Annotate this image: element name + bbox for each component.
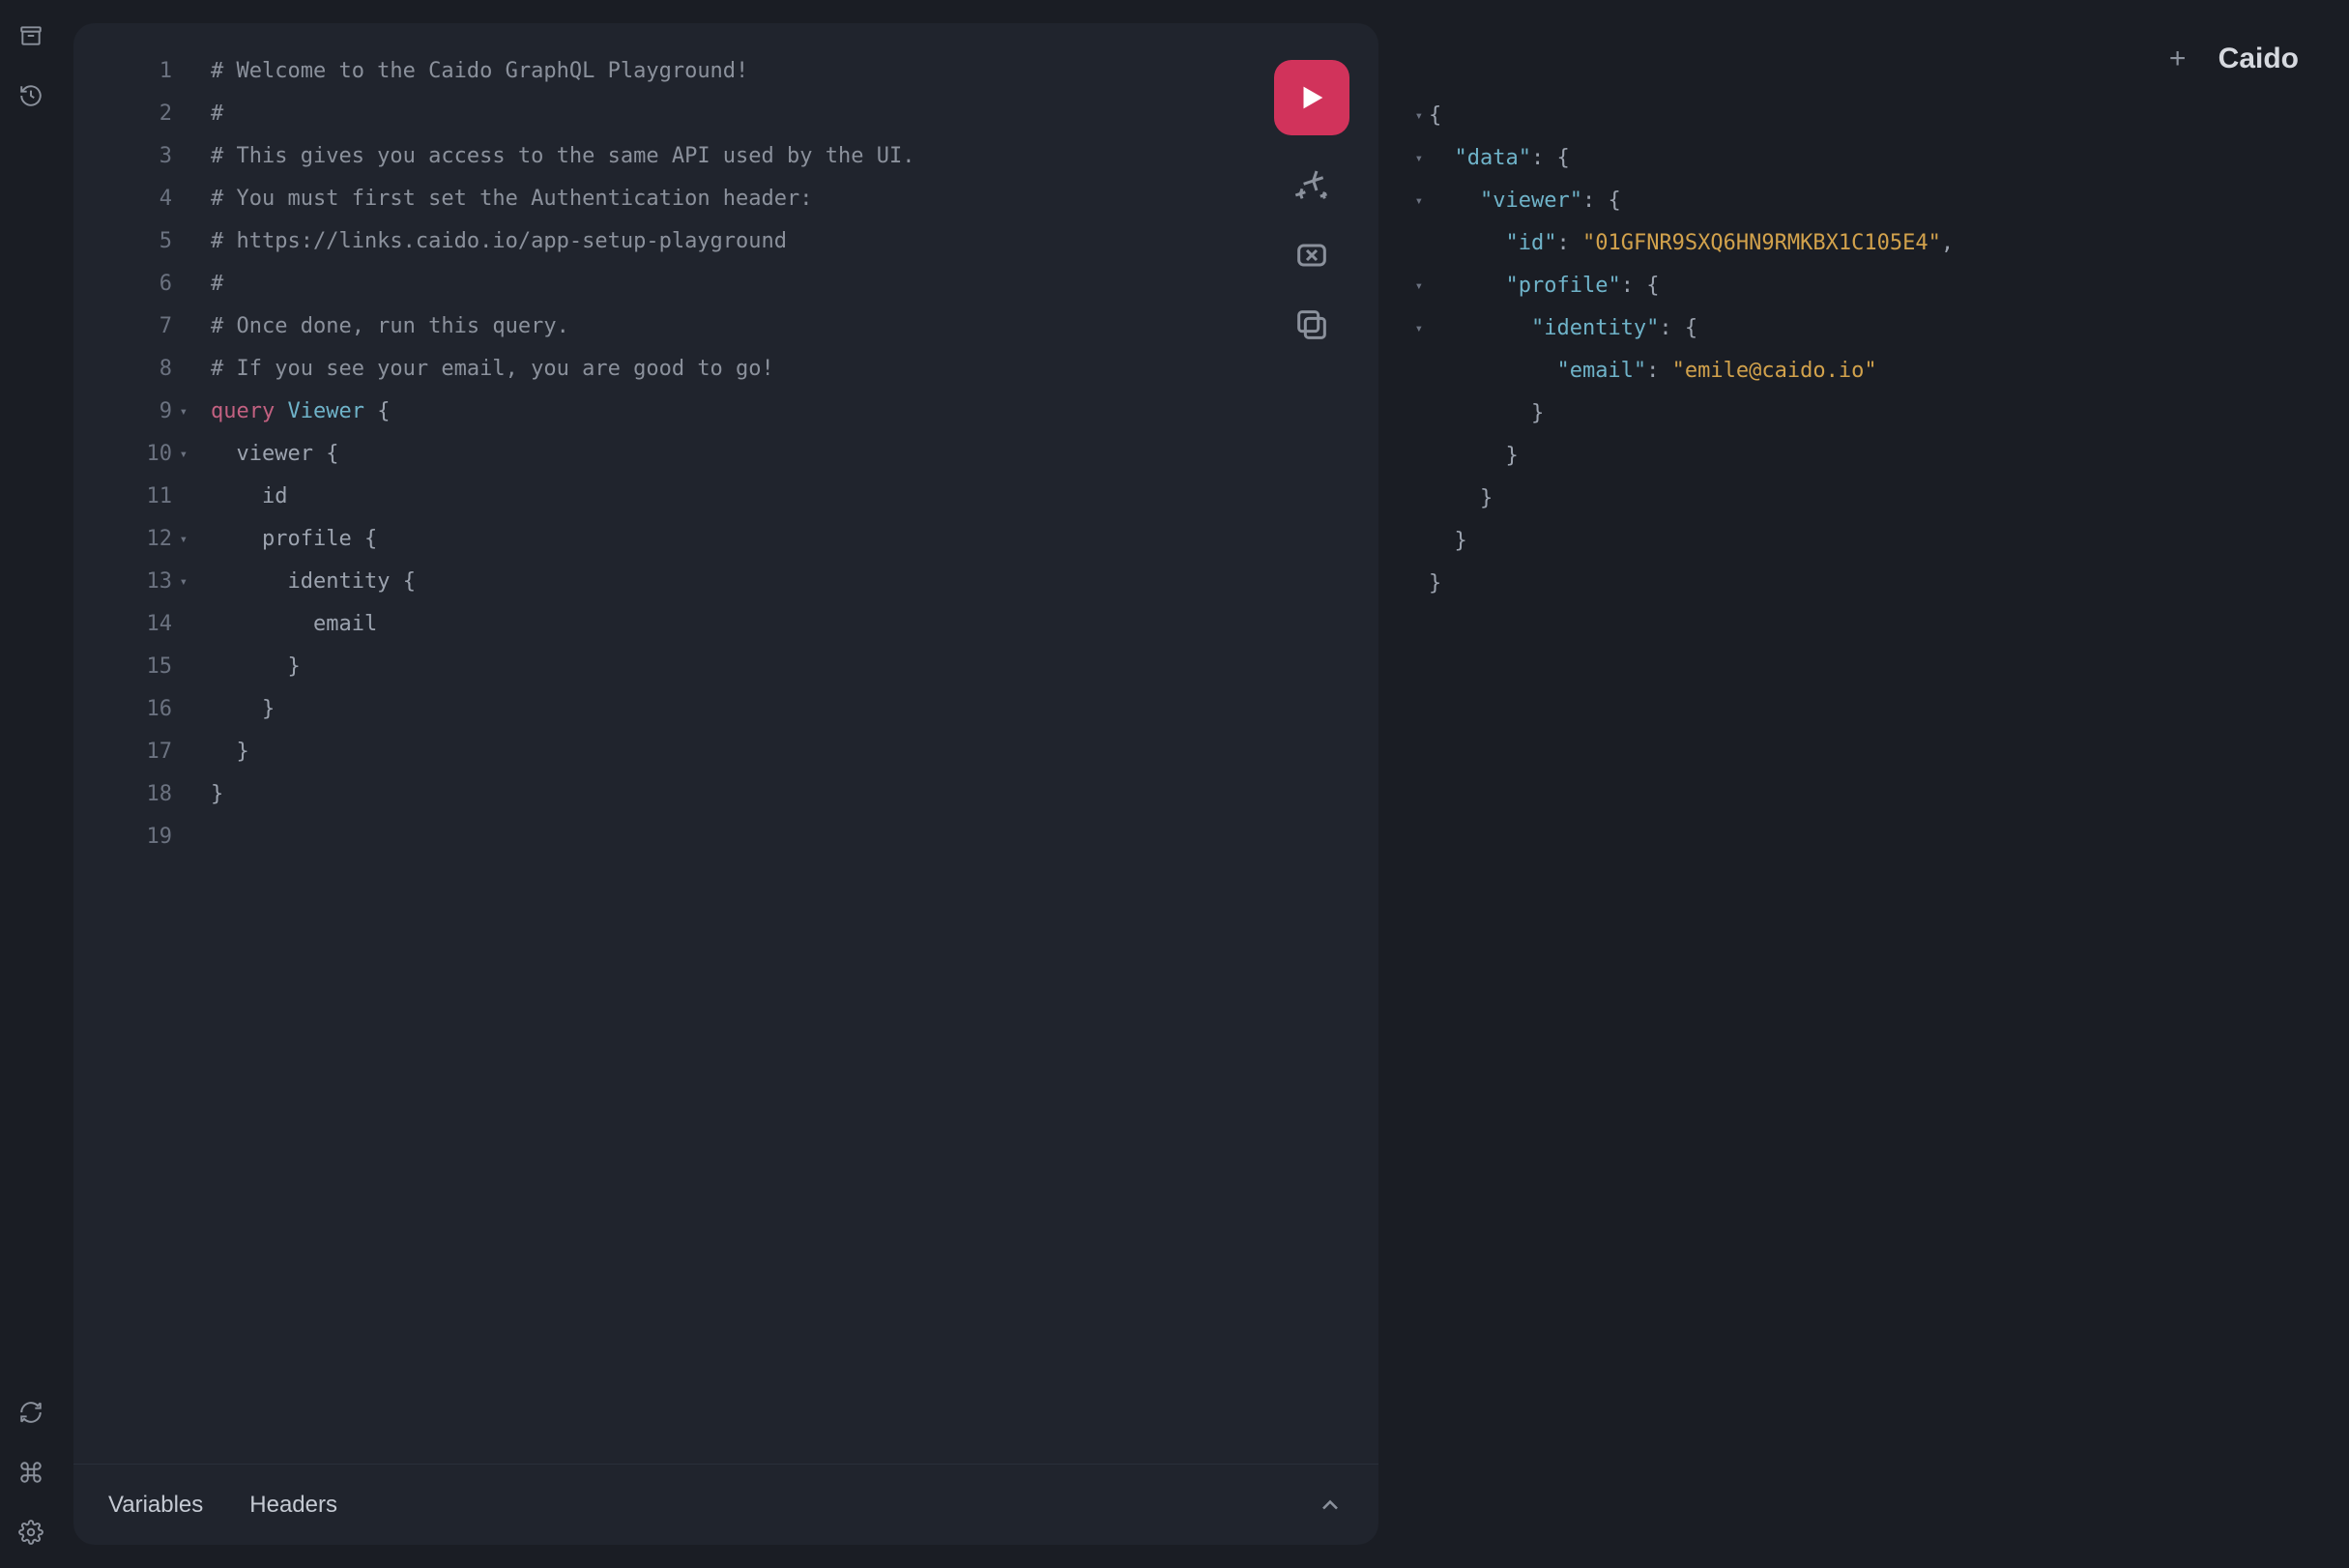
query-editor-card: 123456789▾10▾1112▾13▾141516171819 # Welc… <box>73 23 1378 1545</box>
gutter-line: 5 <box>73 220 188 263</box>
fold-toggle[interactable]: ▾ <box>176 433 188 476</box>
json-line: ▾ "profile": { <box>1406 265 2299 307</box>
code-line: # This gives you access to the same API … <box>211 135 1351 178</box>
fold-toggle[interactable]: ▾ <box>1406 137 1429 180</box>
code-line: # <box>211 263 1351 305</box>
code-line: # Welcome to the Caido GraphQL Playgroun… <box>211 50 1351 93</box>
code-line: query Viewer { <box>211 391 1351 433</box>
code-line: } <box>211 731 1351 773</box>
code-line: id <box>211 476 1351 518</box>
result-json[interactable]: ▾{▾ "data": {▾ "viewer": { "id": "01GFNR… <box>1406 95 2299 605</box>
code-line: # <box>211 93 1351 135</box>
fold-toggle[interactable]: ▾ <box>176 391 188 433</box>
prettify-icon[interactable] <box>1292 166 1331 205</box>
gutter-line: 11 <box>73 476 188 518</box>
code-line: profile { <box>211 518 1351 561</box>
gutter-line: 6 <box>73 263 188 305</box>
gutter-line: 2 <box>73 93 188 135</box>
tab-headers[interactable]: Headers <box>249 1492 337 1519</box>
code-line: } <box>211 773 1351 816</box>
code-line: } <box>211 646 1351 688</box>
result-pane: + Caido ▾{▾ "data": {▾ "viewer": { "id":… <box>1378 23 2326 1545</box>
fold-toggle[interactable]: ▾ <box>1406 307 1429 350</box>
json-line: } <box>1406 478 2299 520</box>
gutter-line: 14 <box>73 603 188 646</box>
json-line: ▾ "viewer": { <box>1406 180 2299 222</box>
json-line: } <box>1406 520 2299 563</box>
code-line: viewer { <box>211 433 1351 476</box>
code-line: # Once done, run this query. <box>211 305 1351 348</box>
fold-toggle[interactable]: ▾ <box>176 518 188 561</box>
json-line: } <box>1406 392 2299 435</box>
gutter-line: 1 <box>73 50 188 93</box>
json-line: ▾ "identity": { <box>1406 307 2299 350</box>
gutter-line: 19 <box>73 816 188 858</box>
run-button[interactable] <box>1274 60 1349 135</box>
code-line: email <box>211 603 1351 646</box>
code-line: # You must first set the Authentication … <box>211 178 1351 220</box>
json-line: "id": "01GFNR9SXQ6HN9RMKBX1C105E4", <box>1406 222 2299 265</box>
gutter-line: 12▾ <box>73 518 188 561</box>
fold-toggle[interactable]: ▾ <box>1406 265 1429 307</box>
fold-toggle[interactable]: ▾ <box>1406 95 1429 137</box>
json-line: "email": "emile@caido.io" <box>1406 350 2299 392</box>
copy-icon[interactable] <box>1292 305 1331 344</box>
tab-variables[interactable]: Variables <box>108 1492 203 1519</box>
gutter-line: 13▾ <box>73 561 188 603</box>
archive-icon[interactable] <box>18 23 44 48</box>
gutter-line: 17 <box>73 731 188 773</box>
gear-icon[interactable] <box>18 1520 44 1545</box>
gutter-line: 9▾ <box>73 391 188 433</box>
gutter-line: 7 <box>73 305 188 348</box>
gutter-line: 3 <box>73 135 188 178</box>
brand-label: Caido <box>2218 43 2299 75</box>
code-line: # https://links.caido.io/app-setup-playg… <box>211 220 1351 263</box>
json-line: } <box>1406 563 2299 605</box>
editor-bottom-panel: Variables Headers <box>73 1464 1378 1545</box>
add-tab-button[interactable]: + <box>2164 45 2191 73</box>
gutter-line: 4 <box>73 178 188 220</box>
chevron-up-icon[interactable] <box>1317 1492 1344 1519</box>
gutter-line: 8 <box>73 348 188 391</box>
gutter-line: 18 <box>73 773 188 816</box>
history-icon[interactable] <box>18 83 44 108</box>
code-line: } <box>211 688 1351 731</box>
gutter-line: 10▾ <box>73 433 188 476</box>
refresh-icon[interactable] <box>18 1400 44 1425</box>
code-line: # If you see your email, you are good to… <box>211 348 1351 391</box>
command-icon[interactable] <box>18 1460 44 1485</box>
merge-icon[interactable] <box>1292 236 1331 275</box>
gutter-line: 15 <box>73 646 188 688</box>
query-editor[interactable]: 123456789▾10▾1112▾13▾141516171819 # Welc… <box>73 23 1378 1464</box>
fold-toggle[interactable]: ▾ <box>176 561 188 603</box>
code-line <box>211 816 1351 858</box>
fold-toggle[interactable]: ▾ <box>1406 180 1429 222</box>
json-line: ▾{ <box>1406 95 2299 137</box>
json-line: ▾ "data": { <box>1406 137 2299 180</box>
gutter-line: 16 <box>73 688 188 731</box>
code-line: identity { <box>211 561 1351 603</box>
left-rail <box>0 0 62 1568</box>
json-line: } <box>1406 435 2299 478</box>
